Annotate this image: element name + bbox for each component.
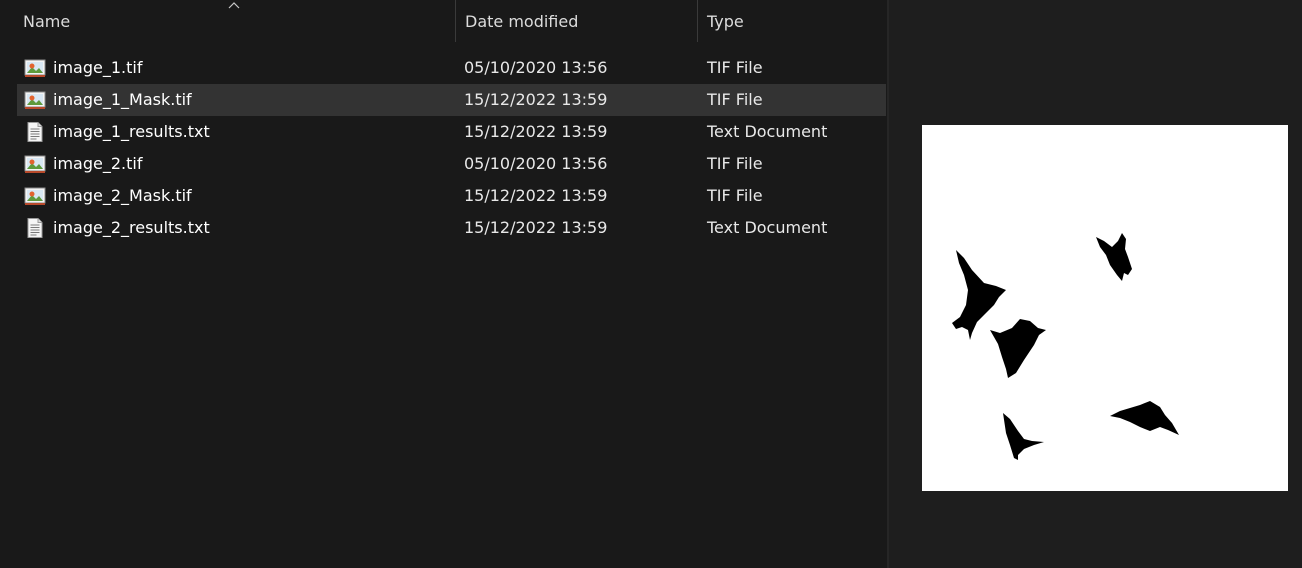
tif-image-icon — [24, 187, 46, 205]
mask-shapes — [952, 233, 1179, 460]
sort-ascending-icon — [228, 2, 240, 9]
column-header-name[interactable]: Name — [0, 0, 455, 44]
column-header-date-modified-label: Date modified — [465, 12, 579, 31]
file-name: image_2_results.txt — [53, 218, 210, 237]
file-date-modified: 15/12/2022 13:59 — [464, 218, 608, 237]
file-type: TIF File — [707, 58, 763, 77]
file-row[interactable]: image_2.tif 05/10/2020 13:56 TIF File — [17, 148, 886, 180]
mask-blob — [1003, 413, 1044, 460]
mask-blob — [952, 250, 1006, 340]
file-row[interactable]: image_1_results.txt 15/12/2022 13:59 Text … — [17, 116, 886, 148]
file-name: image_2.tif — [53, 154, 143, 173]
mask-preview-image — [922, 125, 1288, 491]
mask-blob — [990, 319, 1046, 378]
tif-image-icon — [24, 91, 46, 109]
file-name: image_1_results.txt — [53, 122, 210, 141]
file-date-modified: 05/10/2020 13:56 — [464, 154, 608, 173]
preview-pane — [889, 0, 1302, 568]
file-type: Text Document — [707, 218, 828, 237]
column-header-type[interactable]: Type — [698, 0, 887, 44]
file-date-modified: 15/12/2022 13:59 — [464, 122, 608, 141]
column-header-row: Name Date modified Type — [0, 0, 887, 44]
file-type: Text Document — [707, 122, 828, 141]
file-name: image_1_Mask.tif — [53, 90, 192, 109]
file-row[interactable]: image_1.tif 05/10/2020 13:56 TIF File — [17, 52, 886, 84]
mask-blob — [1110, 401, 1179, 435]
column-header-name-label: Name — [23, 12, 71, 31]
file-name: image_1.tif — [53, 58, 143, 77]
tif-image-icon — [24, 155, 46, 173]
file-row[interactable]: image_2_results.txt 15/12/2022 13:59 Text … — [17, 212, 886, 244]
file-row[interactable]: image_2_Mask.tif 15/12/2022 13:59 TIF File — [17, 180, 886, 212]
file-type: TIF File — [707, 154, 763, 173]
column-header-type-label: Type — [707, 12, 744, 31]
file-date-modified: 05/10/2020 13:56 — [464, 58, 608, 77]
text-document-icon — [27, 218, 43, 238]
file-list-pane: Name Date modified Type image_1.tif 05/10… — [0, 0, 887, 568]
tif-image-icon — [24, 59, 46, 77]
file-row[interactable]: image_1_Mask.tif 15/12/2022 13:59 TIF File — [17, 84, 886, 116]
mask-blob — [1096, 233, 1132, 281]
file-type: TIF File — [707, 186, 763, 205]
column-header-date-modified[interactable]: Date modified — [455, 0, 698, 44]
text-document-icon — [27, 122, 43, 142]
file-date-modified: 15/12/2022 13:59 — [464, 90, 608, 109]
file-date-modified: 15/12/2022 13:59 — [464, 186, 608, 205]
file-name: image_2_Mask.tif — [53, 186, 192, 205]
file-type: TIF File — [707, 90, 763, 109]
